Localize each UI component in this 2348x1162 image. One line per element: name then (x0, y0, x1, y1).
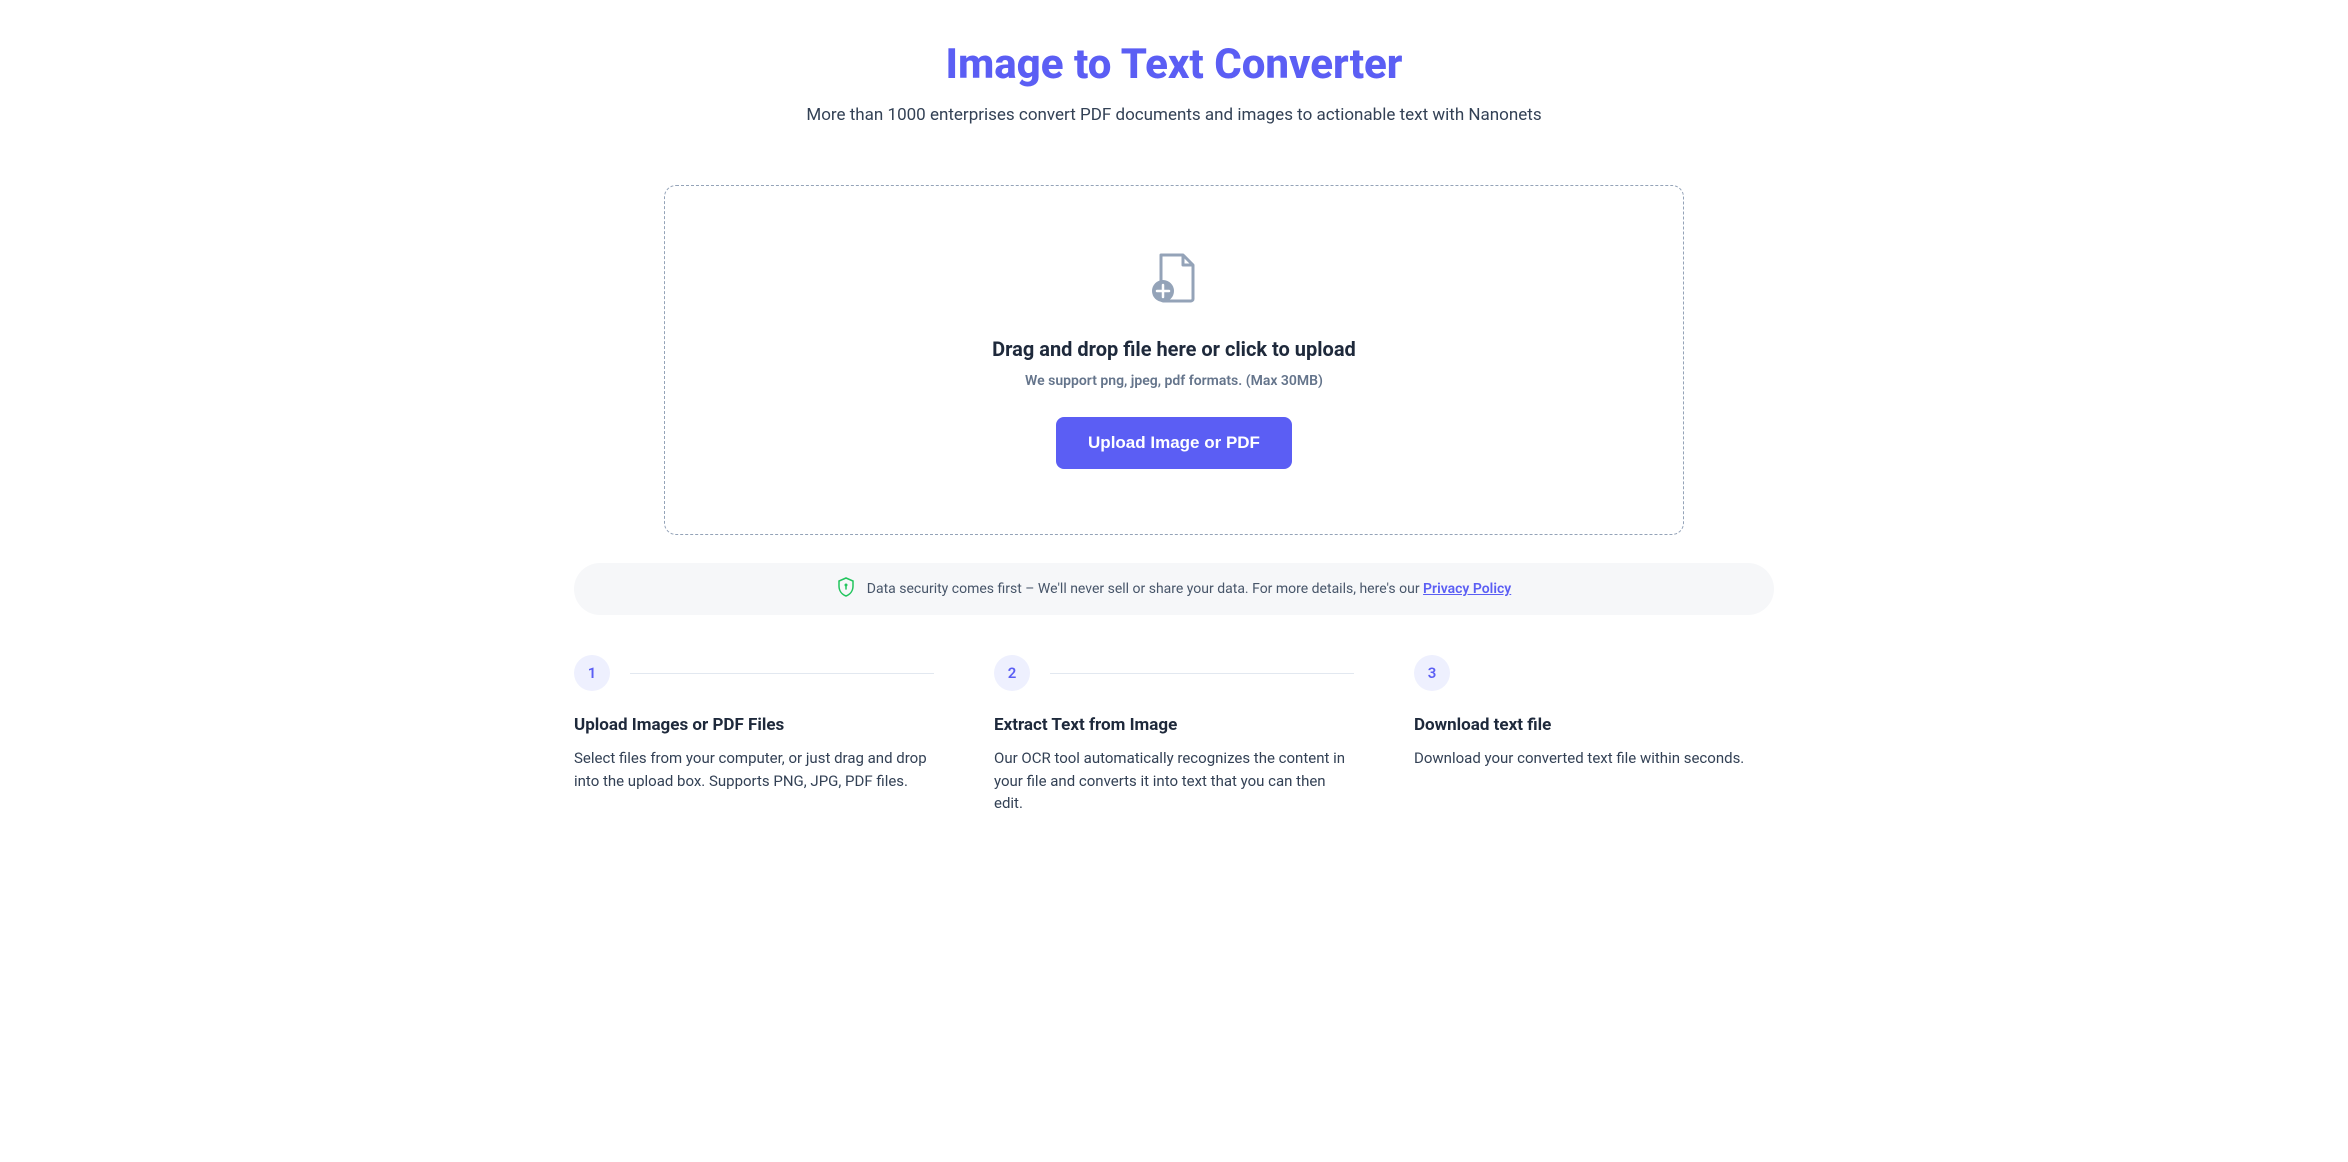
security-banner: Data security comes first – We'll never … (574, 563, 1774, 615)
upload-heading: Drag and drop file here or click to uplo… (705, 337, 1643, 361)
security-text: Data security comes first – We'll never … (867, 581, 1511, 597)
step-title: Upload Images or PDF Files (574, 715, 934, 735)
step-2: 2 Extract Text from Image Our OCR tool a… (994, 655, 1354, 815)
step-number-badge: 2 (994, 655, 1030, 691)
step-1: 1 Upload Images or PDF Files Select file… (574, 655, 934, 815)
privacy-policy-link[interactable]: Privacy Policy (1423, 581, 1511, 597)
page-subtitle: More than 1000 enterprises convert PDF d… (574, 105, 1774, 125)
step-description: Download your converted text file within… (1414, 747, 1774, 770)
shield-icon (837, 577, 855, 601)
step-number-badge: 1 (574, 655, 610, 691)
upload-button[interactable]: Upload Image or PDF (1056, 417, 1292, 469)
step-3: 3 Download text file Download your conve… (1414, 655, 1774, 815)
upload-subtext: We support png, jpeg, pdf formats. (Max … (705, 373, 1643, 389)
file-add-icon (705, 251, 1643, 305)
step-title: Extract Text from Image (994, 715, 1354, 735)
step-divider (630, 673, 934, 674)
upload-dropzone[interactable]: Drag and drop file here or click to uplo… (664, 185, 1684, 535)
step-description: Select files from your computer, or just… (574, 747, 934, 792)
step-divider (1050, 673, 1354, 674)
steps-container: 1 Upload Images or PDF Files Select file… (574, 655, 1774, 815)
page-title: Image to Text Converter (574, 40, 1774, 89)
step-title: Download text file (1414, 715, 1774, 735)
step-number-badge: 3 (1414, 655, 1450, 691)
step-description: Our OCR tool automatically recognizes th… (994, 747, 1354, 815)
